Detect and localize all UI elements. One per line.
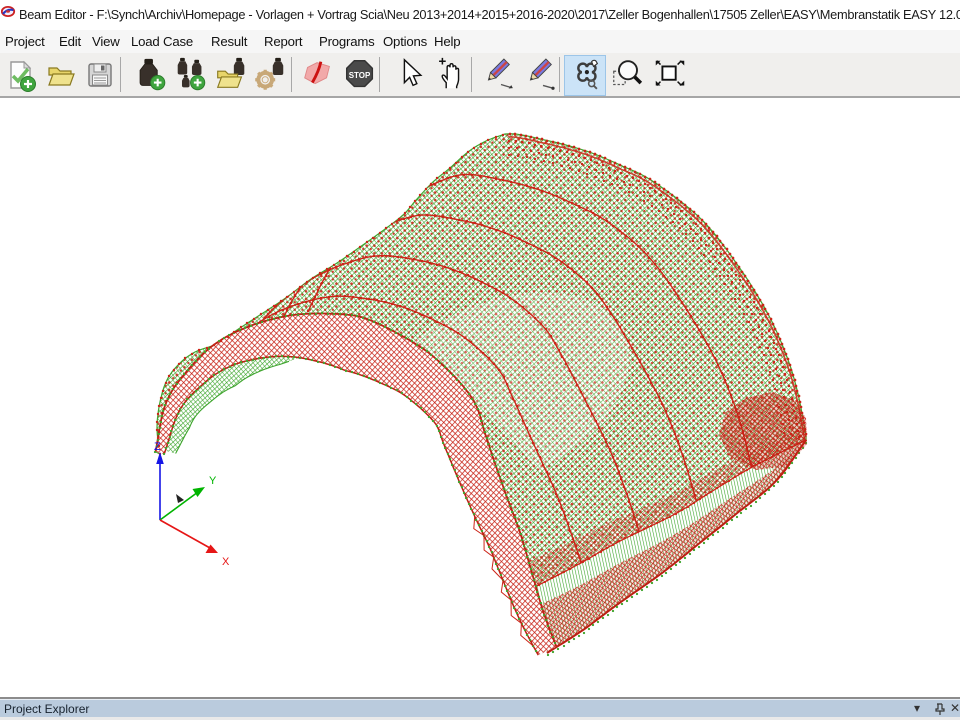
svg-text:X: X [222, 556, 230, 568]
svg-text:Z: Z [154, 441, 161, 453]
svg-text:Y: Y [209, 475, 217, 487]
svg-text:STOP: STOP [349, 71, 371, 80]
